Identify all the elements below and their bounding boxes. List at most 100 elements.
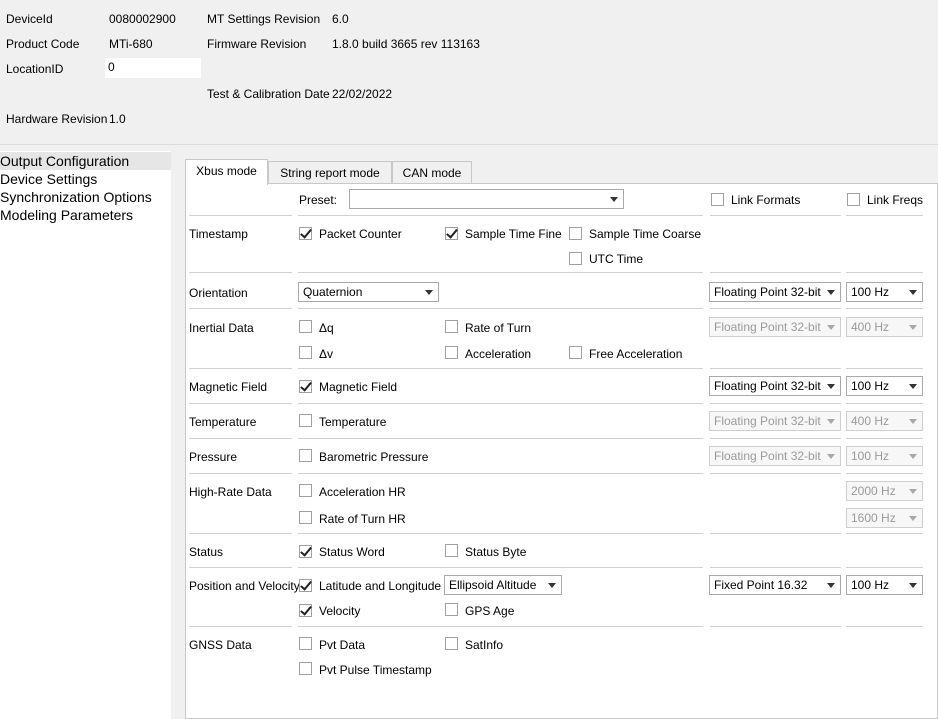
nav-output-configuration[interactable]: Output Configuration [0,152,171,170]
status-row-label: Status [189,545,224,559]
chevron-down-icon [827,384,835,389]
sample-time-coarse-checkbox[interactable] [569,227,582,240]
nav-device-settings[interactable]: Device Settings [0,170,171,188]
status-word-label: Status Word [319,545,385,559]
tab-string-report-mode[interactable]: String report mode [268,161,392,185]
magnetic-freq-value: 100 Hz [851,379,890,393]
chevron-down-icon [827,454,835,459]
barometric-pressure-checkbox[interactable] [299,449,312,462]
magnetic-format-dropdown[interactable]: Floating Point 32-bit [709,376,841,396]
temperature-label: Temperature [319,415,387,429]
delta-q-checkbox[interactable] [299,320,312,333]
delta-v-label: Δv [319,347,334,361]
packet-counter-checkbox[interactable] [299,227,312,240]
high-rate-data-label: High-Rate Data [189,485,272,499]
packet-counter-label: Packet Counter [319,227,402,241]
link-formats-checkbox[interactable] [711,193,724,206]
sample-time-coarse-label: Sample Time Coarse [589,227,702,241]
free-acceleration-label: Free Acceleration [589,347,683,361]
chevron-down-icon [827,290,835,295]
tab-xbus-mode[interactable]: Xbus mode [185,159,268,185]
gps-age-label: GPS Age [465,604,515,618]
magnetic-field-checkbox[interactable] [299,380,312,393]
magnetic-field-label: Magnetic Field [319,380,398,394]
barometric-pressure-label: Barometric Pressure [319,450,429,464]
temperature-format-dropdown: Floating Point 32-bit [709,411,841,431]
device-id-value: 0080002900 [109,12,176,26]
preset-dropdown[interactable] [349,189,624,209]
chevron-down-icon [827,583,835,588]
orientation-freq-dropdown[interactable]: 100 Hz [846,282,923,302]
location-id-label: LocationID [6,62,64,76]
nav-synchronization-options[interactable]: Synchronization Options [0,188,171,206]
device-id-label: DeviceId [6,12,53,26]
acceleration-checkbox[interactable] [445,346,458,359]
altitude-mode-dropdown[interactable]: Ellipsoid Altitude [444,575,562,595]
chevron-down-icon [610,197,618,202]
pressure-freq-dropdown: 100 Hz [846,446,923,466]
pressure-format-dropdown: Floating Point 32-bit [709,446,841,466]
satinfo-checkbox[interactable] [445,637,458,650]
orientation-mode-value: Quaternion [303,285,363,299]
delta-q-label: Δq [319,321,334,335]
utc-time-checkbox[interactable] [569,252,582,265]
position-format-dropdown[interactable]: Fixed Point 16.32 [709,575,841,595]
chevron-down-icon [909,454,917,459]
mt-settings-revision-label: MT Settings Revision [207,12,321,26]
latitude-longitude-label: Latitude and Longitude [319,579,442,593]
inertial-format-value: Floating Point 32-bit [714,320,821,334]
satinfo-label: SatInfo [465,638,504,652]
rate-of-turn-hr-freq-value: 1600 Hz [851,511,896,525]
product-code-value: MTi-680 [109,37,153,51]
inertial-data-label: Inertial Data [189,321,254,335]
link-freqs-checkbox[interactable] [847,193,860,206]
utc-time-label: UTC Time [589,252,643,266]
velocity-label: Velocity [319,604,361,618]
temperature-row-label: Temperature [189,415,257,429]
header-divider [0,144,938,145]
preset-label: Preset: [299,193,338,207]
rate-of-turn-hr-freq-dropdown: 1600 Hz [846,508,923,528]
chevron-down-icon [827,419,835,424]
pvt-pulse-timestamp-checkbox[interactable] [299,662,312,675]
firmware-revision-label: Firmware Revision [207,37,307,51]
rate-of-turn-checkbox[interactable] [445,320,458,333]
acceleration-hr-checkbox[interactable] [299,484,312,497]
status-byte-checkbox[interactable] [445,544,458,557]
free-acceleration-checkbox[interactable] [569,346,582,359]
delta-v-checkbox[interactable] [299,346,312,359]
nav-modeling-parameters[interactable]: Modeling Parameters [0,206,171,224]
latitude-longitude-checkbox[interactable] [299,579,312,592]
status-word-checkbox[interactable] [299,545,312,558]
gps-age-checkbox[interactable] [445,603,458,616]
position-velocity-label: Position and Velocity [189,579,300,593]
pvt-data-label: Pvt Data [319,638,366,652]
tab-can-mode[interactable]: CAN mode [392,161,472,185]
orientation-mode-dropdown[interactable]: Quaternion [298,282,439,302]
chevron-down-icon [909,419,917,424]
position-freq-dropdown[interactable]: 100 Hz [846,575,923,595]
orientation-freq-value: 100 Hz [851,285,890,299]
chevron-down-icon [909,290,917,295]
hardware-revision-value: 1.0 [109,112,126,126]
temperature-checkbox[interactable] [299,414,312,427]
magnetic-format-value: Floating Point 32-bit [714,379,821,393]
inertial-format-dropdown: Floating Point 32-bit [709,317,841,337]
gnss-data-label: GNSS Data [189,638,252,652]
magnetic-field-row-label: Magnetic Field [189,380,268,394]
inertial-freq-dropdown: 400 Hz [846,317,923,337]
rate-of-turn-hr-checkbox[interactable] [299,511,312,524]
sample-time-fine-checkbox[interactable] [445,227,458,240]
chevron-down-icon [909,489,917,494]
sample-time-fine-label: Sample Time Fine [465,227,562,241]
chevron-down-icon [909,583,917,588]
hardware-revision-label: Hardware Revision [6,112,108,126]
firmware-revision-value: 1.8.0 build 3665 rev 113163 [332,37,480,51]
acceleration-hr-freq-value: 2000 Hz [851,484,896,498]
magnetic-freq-dropdown[interactable]: 100 Hz [846,376,923,396]
location-id-input[interactable]: 0 [105,58,201,78]
temperature-freq-dropdown: 400 Hz [846,411,923,431]
orientation-format-dropdown[interactable]: Floating Point 32-bit [709,282,841,302]
velocity-checkbox[interactable] [299,604,312,617]
pvt-data-checkbox[interactable] [299,637,312,650]
